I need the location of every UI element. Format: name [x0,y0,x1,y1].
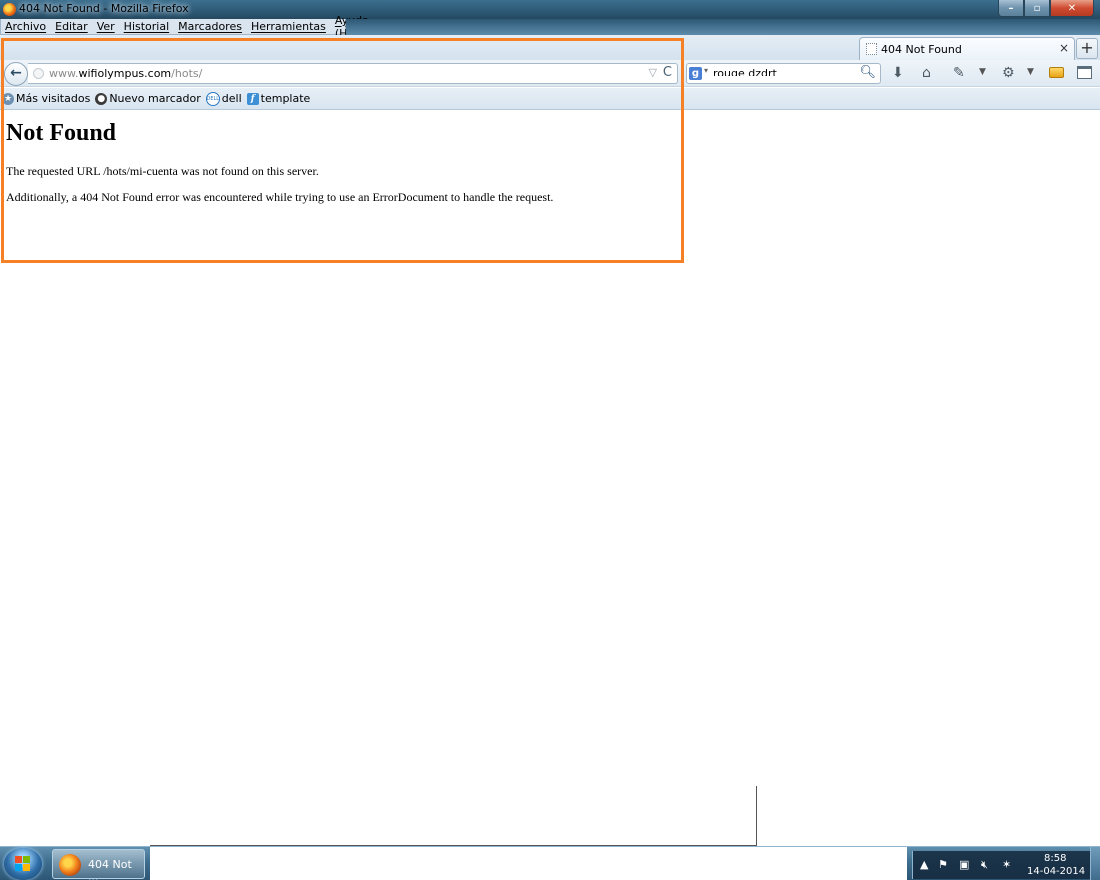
search-icon[interactable]: 🔍︎ [859,65,876,80]
window-icon[interactable] [1077,66,1092,79]
navigation-toolbar: ← www.wifiolympus.com/hots/ ▽ C g ▾ roug… [0,60,1100,87]
url-host: wifiolympus.com [78,67,172,80]
window-controls: – ▫ ✕ [998,0,1094,18]
tab-close-icon[interactable]: × [1059,41,1069,55]
volume-muted-icon[interactable]: 🔇︎ [981,858,988,872]
bookmark-label: template [260,92,311,105]
menu-historial[interactable]: Historial [124,20,169,33]
search-bar[interactable]: g ▾ rouge dzdrt 🔍︎ [686,63,881,84]
url-dropdown-icon[interactable]: ▽ [649,66,657,79]
taskbar-empty-area [150,847,907,880]
bluetooth-icon[interactable]: ✶ [1002,858,1011,871]
tab-title: 404 Not Found [881,43,962,56]
new-tab-button[interactable]: + [1076,38,1098,59]
network-icon[interactable]: ▣ [959,858,969,871]
bookmark-label: Nuevo marcador [109,92,201,105]
bookmark-dell[interactable]: DELL dell [205,91,242,106]
system-tray: ▲ ⚑ ▣ 🔇︎ ✶ 8:58 14-04-2014 [912,851,1100,879]
window-title: 404 Not Found - Mozilla Firefox [19,2,189,15]
most-visited-icon: ★ [2,92,14,105]
start-button[interactable] [4,848,42,880]
show-desktop-button[interactable] [1090,847,1100,880]
back-button[interactable]: ← [4,62,28,86]
minimize-button[interactable]: – [998,0,1024,17]
download-icon[interactable]: ⬇ [892,65,904,81]
url-prefix: www. [49,67,79,80]
bookmarks-toolbar: ★ Más visitados ● Nuevo marcador DELL de… [0,88,1100,110]
bookmark-label: Más visitados [16,92,91,105]
site-identity-icon[interactable] [33,68,44,79]
bookmark-template[interactable]: f template [246,92,311,105]
url-text[interactable]: www.wifiolympus.com/hots/ [49,67,202,80]
menu-ver[interactable]: Ver [97,20,115,33]
taskbar-item-firefox[interactable]: 404 Not ... [52,849,145,880]
error-additional-message: Additionally, a 404 Not Found error was … [6,190,554,204]
chevron-up-icon[interactable]: ▲ [920,858,928,871]
menu-herramientas[interactable]: Herramientas [251,20,326,33]
tab-strip: 404 Not Found × + [0,35,1100,60]
menu-marcadores[interactable]: Marcadores [178,20,242,33]
engine-dropdown-icon[interactable]: ▾ [704,66,708,75]
ui-icon[interactable] [1049,67,1064,78]
error-message: The requested URL /hots/mi-cuenta was no… [6,164,319,178]
page-icon [866,43,877,55]
template-icon: f [246,92,259,105]
clock-time[interactable]: 8:58 [1044,853,1066,864]
menu-chevron-icon[interactable]: ▼ [979,67,986,77]
maximize-button[interactable]: ▫ [1024,0,1050,17]
reload-icon[interactable]: C [663,65,672,80]
url-bar[interactable]: www.wifiolympus.com/hots/ ▽ C [28,63,678,84]
bookmark-mas-visitados[interactable]: ★ Más visitados [2,92,90,105]
page-title: Not Found [6,120,117,146]
firefox-icon [59,854,81,876]
taskbar-item-label: 404 Not ... [88,858,132,880]
menu-chevron-icon[interactable]: ▼ [1027,67,1034,77]
windows-logo-icon [15,856,31,872]
tools-icon[interactable]: ⚙ [1002,65,1015,81]
tab-404-not-found[interactable]: 404 Not Found × [859,37,1075,60]
bookmark-icon: ● [95,92,108,105]
menu-editar[interactable]: Editar [55,20,88,33]
search-input[interactable]: rouge dzdrt [713,67,863,76]
taskbar: 404 Not ... ▲ ⚑ ▣ 🔇︎ ✶ 8:58 14-04-2014 [0,846,1100,880]
dell-icon: DELL [205,91,220,106]
close-button[interactable]: ✕ [1050,0,1094,17]
flag-icon[interactable]: ⚑ [938,858,948,871]
home-icon[interactable]: ⌂ [922,65,931,81]
page-content: Not Found The requested URL /hots/mi-cue… [0,111,1100,846]
bookmark-label: dell [221,92,242,105]
addon-icon[interactable]: ✎ [953,65,965,81]
menu-bar: Archivo Editar Ver Historial Marcadores … [0,14,369,40]
menu-archivo[interactable]: Archivo [5,20,46,33]
clock-date[interactable]: 14-04-2014 [1027,866,1085,877]
window-title-bar[interactable]: 404 Not Found - Mozilla Firefox – ▫ ✕ [0,0,1100,19]
url-path: /hots/ [171,67,203,80]
bookmark-nuevo-marcador[interactable]: ● Nuevo marcador [95,92,201,105]
divider-line [756,786,757,846]
window-frame [346,19,1100,35]
firefox-icon [3,3,16,16]
google-icon[interactable]: g [689,67,702,80]
